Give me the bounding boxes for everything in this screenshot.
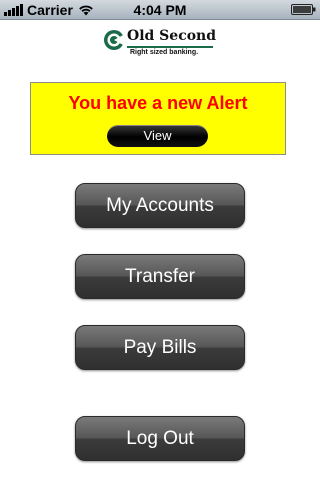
status-bar: Carrier 4:04 PM <box>0 0 320 20</box>
bank-logo: Old Second Right sized banking. <box>103 27 221 61</box>
logo-tagline: Right sized banking. <box>130 49 199 56</box>
view-alert-button[interactable]: View <box>107 125 208 147</box>
battery-icon <box>291 4 316 15</box>
status-time: 4:04 PM <box>133 2 187 18</box>
pay-bills-button[interactable]: Pay Bills <box>75 325 245 370</box>
transfer-button[interactable]: Transfer <box>75 254 245 299</box>
alert-message: You have a new Alert <box>68 93 248 113</box>
app-screen: Carrier 4:04 PM Old Second Right sized b… <box>0 0 320 480</box>
logo-name: Old Second <box>127 28 217 44</box>
log-out-button[interactable]: Log Out <box>75 416 245 461</box>
alert-banner: You have a new Alert View <box>30 82 286 155</box>
my-accounts-button[interactable]: My Accounts <box>75 183 245 228</box>
logo-rule <box>127 46 213 48</box>
logo-mark-icon <box>104 30 125 50</box>
